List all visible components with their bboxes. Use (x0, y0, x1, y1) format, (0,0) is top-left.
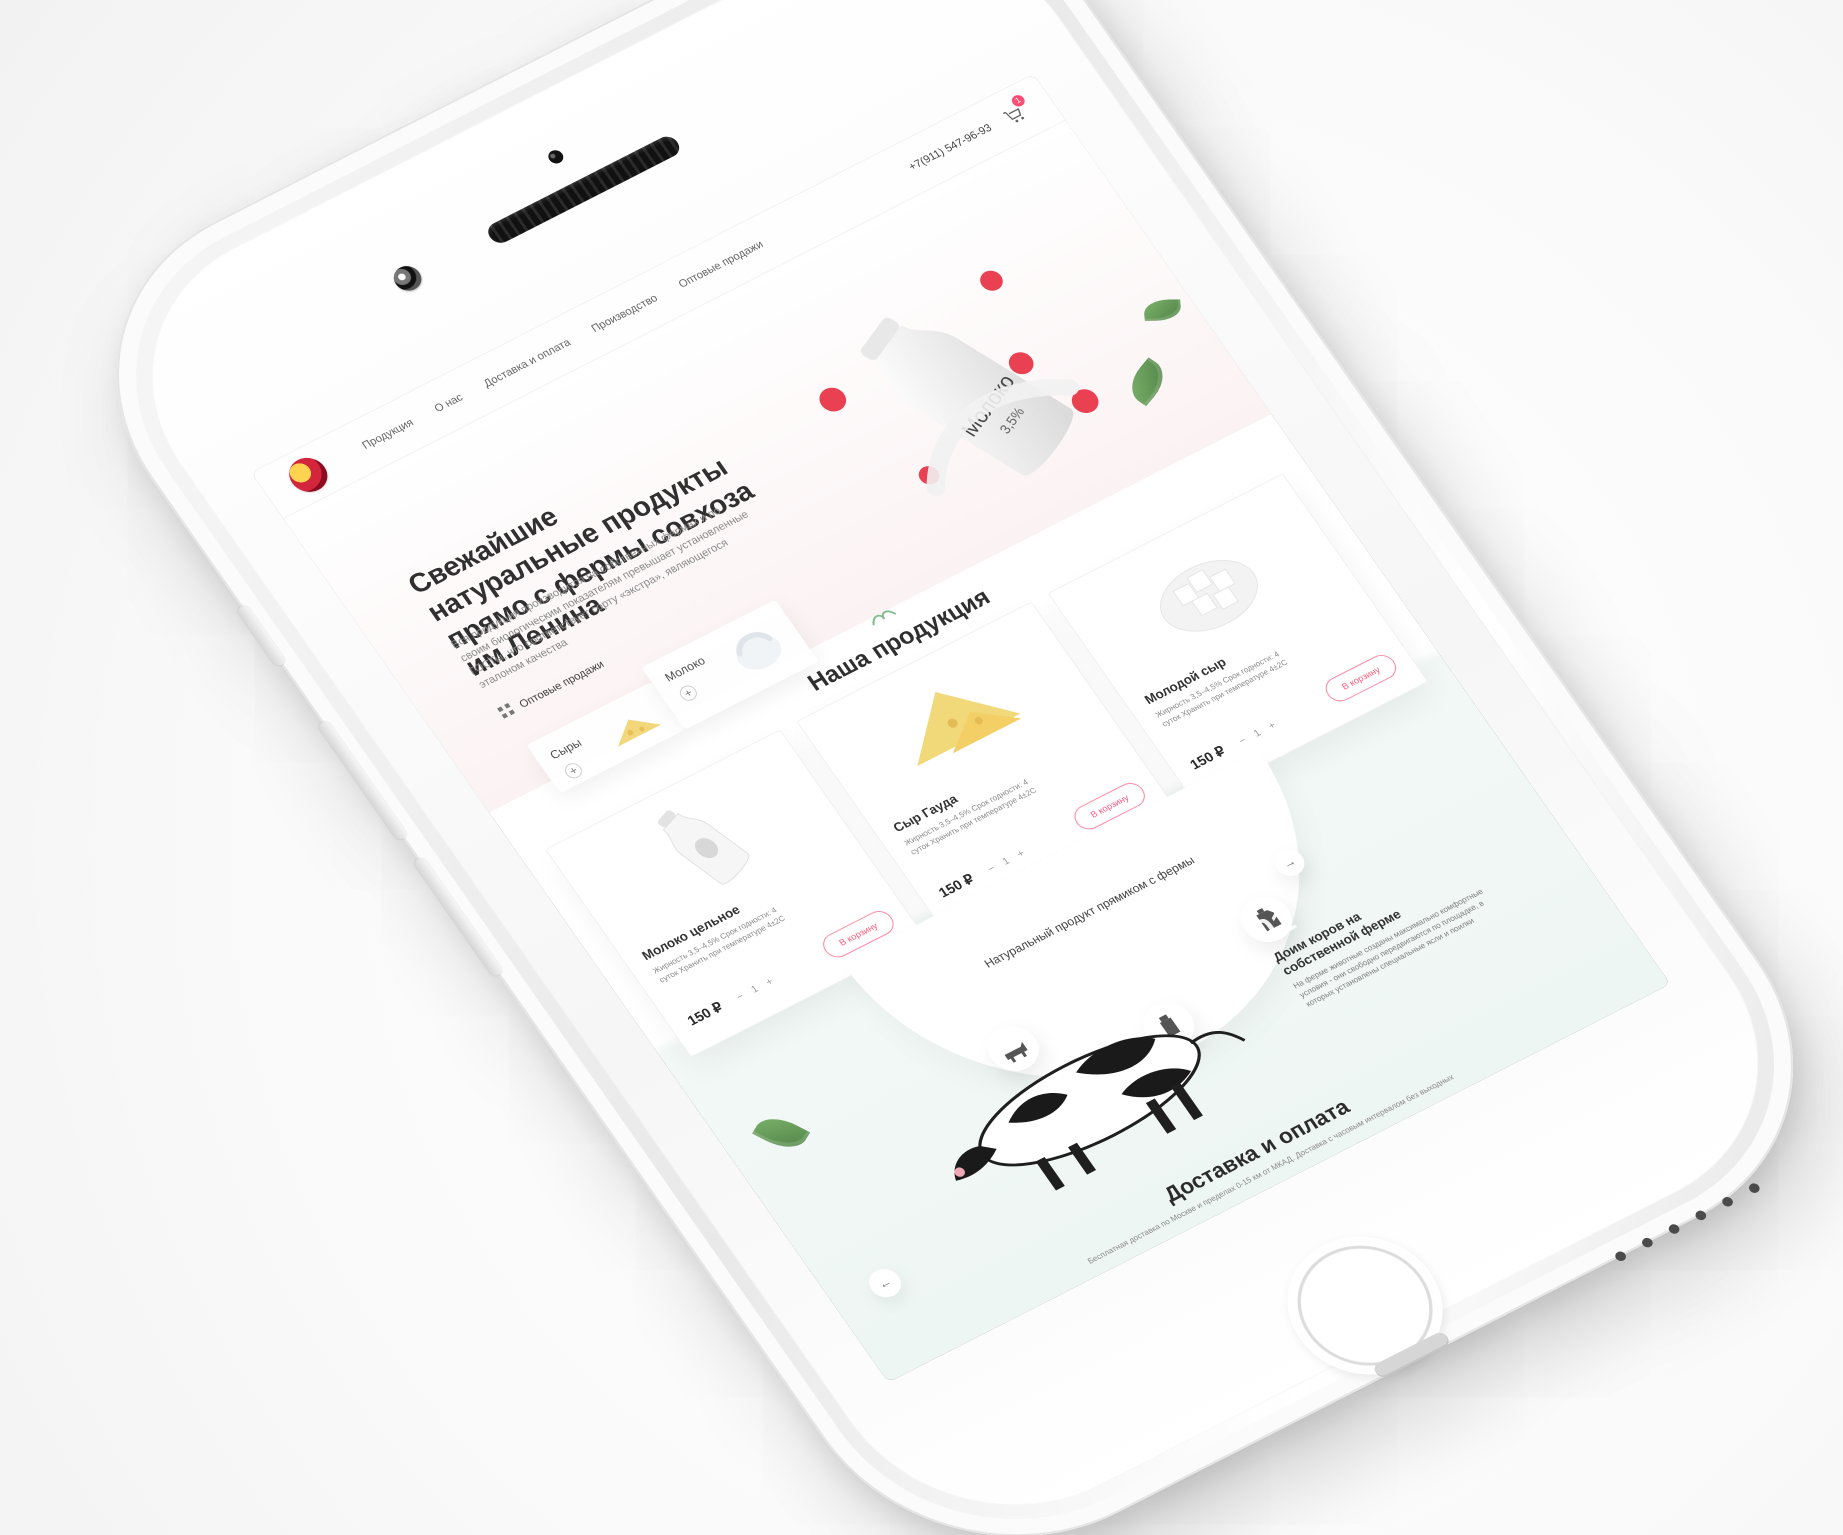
add-icon[interactable]: + (561, 760, 586, 781)
leaf-decoration (1426, 582, 1459, 617)
earpiece-speaker (483, 132, 684, 247)
nav-about[interactable]: О нас (432, 391, 465, 414)
hero-card-label: Молоко (662, 653, 708, 685)
front-camera (388, 261, 427, 296)
phone-screen: Продукция О нас Доставка и оплата Произв… (251, 74, 1671, 1383)
hero-card-label: Сыры (547, 735, 585, 763)
nav-products[interactable]: Продукция (360, 416, 416, 451)
cart-icon[interactable]: 1 (998, 92, 1030, 128)
prev-step-button[interactable]: ← (863, 1263, 908, 1303)
grid-icon (496, 702, 518, 722)
add-to-cart-button[interactable]: В корзину (1320, 650, 1402, 706)
volume-up-button (316, 719, 409, 842)
cheese-image (617, 719, 662, 747)
website: Продукция О нас Доставка и оплата Произв… (251, 74, 1671, 1383)
arrow-right-icon: → (1280, 854, 1299, 872)
arrow-left-icon: ← (875, 1274, 895, 1292)
product-price: 150 ₽ (684, 998, 726, 1029)
nav-production[interactable]: Производство (589, 292, 660, 334)
front-sensor (545, 147, 567, 166)
logo-icon[interactable] (281, 451, 335, 498)
mockup-stage: Продукция О нас Доставка и оплата Произв… (0, 0, 1843, 1535)
mute-switch (235, 604, 287, 668)
add-icon[interactable]: + (676, 682, 701, 704)
leaf-decoration (752, 1109, 811, 1157)
home-button[interactable] (1257, 1212, 1473, 1400)
quantity-stepper[interactable]: − 1 + (735, 974, 780, 1003)
quantity-stepper[interactable]: − 1 + (1237, 718, 1282, 747)
speaker-grill (1613, 1181, 1762, 1263)
next-step-button[interactable]: → (1268, 844, 1311, 881)
phone-device: Продукция О нас Доставка и оплата Произв… (35, 0, 1843, 1535)
volume-down-button (412, 856, 505, 978)
